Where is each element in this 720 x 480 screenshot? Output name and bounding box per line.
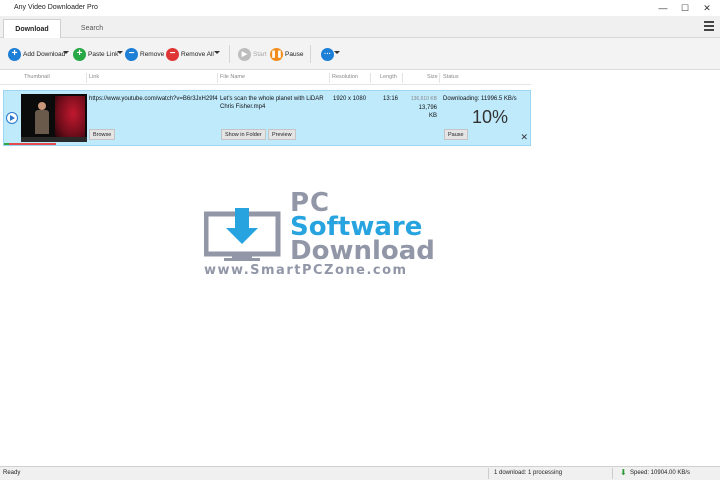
window-title: Any Video Downloader Pro — [14, 4, 98, 11]
play-icon[interactable] — [6, 112, 18, 124]
more-icon: ··· — [321, 47, 334, 61]
start-label: Start — [253, 50, 267, 58]
download-size-total: 13,796 KB — [418, 105, 437, 119]
column-size[interactable]: Size — [427, 74, 438, 80]
paste-link-label: Paste Link — [88, 50, 119, 58]
column-divider — [370, 73, 371, 83]
minimize-button[interactable]: — — [654, 2, 672, 14]
remove-all-button[interactable]: − Remove All — [166, 47, 214, 61]
paste-link-dropdown-icon[interactable] — [117, 51, 123, 54]
download-file-name-line2: Chris Fisher.mp4 — [220, 104, 266, 110]
download-size-downloaded: 136,610 KB — [410, 96, 437, 102]
column-thumbnail[interactable]: Thumbnail — [24, 74, 50, 80]
tab-download[interactable]: Download — [3, 19, 61, 38]
remove-all-label: Remove All — [181, 50, 214, 58]
row-pause-button[interactable]: Pause — [444, 129, 468, 140]
watermark: PC Software Download www.SmartPCZone.com — [202, 188, 472, 280]
more-options-dropdown-icon[interactable] — [334, 51, 340, 54]
video-thumbnail — [21, 94, 87, 142]
status-bar: Ready 1 download: 1 processing ⬇ Speed: … — [0, 466, 720, 480]
pause-icon: ❚❚ — [270, 47, 283, 61]
add-download-label: Add Download — [23, 50, 66, 58]
column-header-row: Thumbnail Link File Name Resolution Leng… — [0, 71, 531, 85]
column-status[interactable]: Status — [443, 74, 459, 80]
toolbar: + Add Download + Paste Link − Remove − R… — [0, 38, 720, 70]
remove-label: Remove — [140, 50, 165, 58]
paste-link-button[interactable]: + Paste Link — [73, 47, 118, 61]
show-in-folder-button[interactable]: Show in Folder — [221, 129, 266, 140]
download-length: 13:16 — [383, 96, 399, 102]
status-ready: Ready — [3, 470, 21, 476]
column-divider — [217, 73, 218, 83]
download-percent: 10% — [472, 107, 509, 127]
download-arrow-icon: ⬇ — [620, 468, 627, 477]
minus-icon: − — [125, 47, 138, 61]
download-status: Downloading: 11996.5 KB/s — [443, 96, 517, 102]
add-download-dropdown-icon[interactable] — [63, 51, 69, 54]
pause-button[interactable]: ❚❚ Pause — [270, 47, 303, 61]
play-icon: ▶ — [238, 47, 251, 61]
start-button[interactable]: ▶ Start — [238, 47, 267, 61]
more-options-button[interactable]: ··· — [321, 47, 336, 61]
remove-button[interactable]: − Remove — [125, 47, 164, 61]
remove-all-dropdown-icon[interactable] — [214, 51, 220, 54]
column-divider — [86, 73, 87, 83]
column-divider — [402, 73, 403, 83]
watermark-line3: Download — [290, 236, 435, 266]
status-downloads: 1 download: 1 processing — [494, 470, 563, 476]
maximize-button[interactable]: ☐ — [676, 2, 694, 14]
toolbar-divider — [310, 45, 311, 63]
download-monitor-icon — [204, 208, 281, 261]
remove-row-icon[interactable]: ✕ — [520, 132, 528, 143]
title-bar: Any Video Downloader Pro — ☐ ✕ — [0, 0, 720, 16]
tab-search[interactable]: Search — [64, 19, 120, 38]
preview-button[interactable]: Preview — [268, 129, 296, 140]
add-download-button[interactable]: + Add Download — [8, 47, 65, 61]
browse-button[interactable]: Browse — [89, 129, 116, 140]
download-file-name-line1: Let's scan the whole planet with LiDAR — [220, 96, 324, 102]
status-speed: Speed: 10904.00 KB/s — [630, 470, 691, 476]
close-button[interactable]: ✕ — [698, 2, 716, 14]
column-file-name[interactable]: File Name — [220, 74, 245, 80]
download-resolution: 1920 x 1080 — [333, 96, 367, 102]
column-divider — [439, 73, 440, 83]
plus-icon: + — [73, 47, 86, 61]
progress-fill — [4, 143, 10, 145]
minus-icon: − — [166, 47, 179, 61]
plus-icon: + — [8, 47, 21, 61]
pause-label: Pause — [285, 50, 304, 58]
column-link[interactable]: Link — [89, 74, 99, 80]
tab-bar: Download Search — [0, 16, 720, 38]
app-window: Any Video Downloader Pro — ☐ ✕ Download … — [0, 0, 720, 480]
hamburger-menu-icon[interactable] — [704, 21, 714, 31]
column-resolution[interactable]: Resolution — [332, 74, 358, 80]
progress-track — [4, 143, 56, 145]
column-divider — [329, 73, 330, 83]
watermark-url: www.SmartPCZone.com — [204, 263, 408, 278]
download-link: https://www.youtube.com/watch?v=B6r3JxH2… — [89, 96, 218, 102]
toolbar-divider — [229, 45, 230, 63]
column-length[interactable]: Length — [380, 74, 397, 80]
download-row[interactable]: https://www.youtube.com/watch?v=B6r3JxH2… — [3, 90, 531, 146]
